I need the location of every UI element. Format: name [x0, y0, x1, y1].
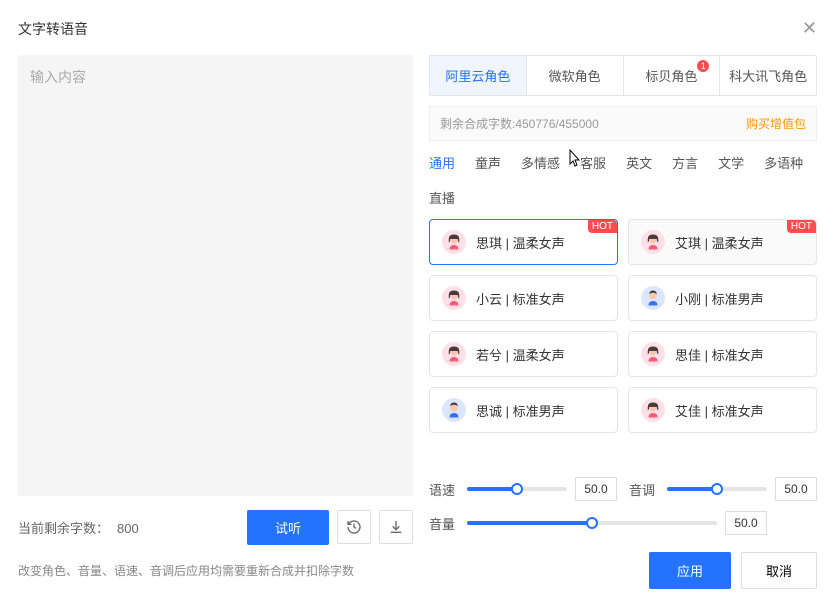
- preview-button[interactable]: 试听: [247, 510, 329, 545]
- history-button[interactable]: [337, 510, 371, 544]
- badge: 1: [697, 60, 709, 72]
- category-item[interactable]: 多情感: [521, 153, 560, 172]
- dialog-title: 文字转语音: [18, 19, 88, 39]
- voice-card[interactable]: 思琪 | 温柔女声 HOT: [429, 219, 618, 265]
- voice-grid: 思琪 | 温柔女声 HOT 艾琪 | 温柔女声 HOT 小云 | 标准女声 小刚 | 标准…: [429, 219, 817, 433]
- avatar-icon: [641, 398, 665, 422]
- voice-label: 若兮 | 温柔女声: [476, 345, 565, 364]
- category-item[interactable]: 英文: [626, 153, 652, 172]
- provider-tab[interactable]: 科大讯飞角色: [720, 56, 816, 95]
- voice-label: 艾琪 | 温柔女声: [675, 233, 764, 252]
- hot-badge: HOT: [588, 220, 617, 233]
- provider-tab[interactable]: 微软角色: [527, 56, 624, 95]
- voice-card[interactable]: 思诚 | 标准男声: [429, 387, 618, 433]
- quota-text: 剩余合成字数:450776/455000: [440, 115, 599, 132]
- category-tabs: 通用 童声 多情感 客服 英文 方言 文学 多语种直播: [429, 153, 817, 207]
- speed-slider[interactable]: [467, 487, 567, 491]
- provider-tab[interactable]: 阿里云角色: [430, 56, 527, 95]
- speed-label: 语速: [429, 480, 459, 499]
- volume-label: 音量: [429, 514, 459, 533]
- voice-label: 小云 | 标准女声: [476, 289, 565, 308]
- apply-button[interactable]: 应用: [649, 552, 731, 589]
- download-button[interactable]: [379, 510, 413, 544]
- volume-value[interactable]: 50.0: [725, 511, 767, 535]
- download-icon: [388, 519, 404, 535]
- category-item[interactable]: 童声: [475, 153, 501, 172]
- voice-card[interactable]: 小云 | 标准女声: [429, 275, 618, 321]
- voice-label: 小刚 | 标准男声: [675, 289, 764, 308]
- avatar-icon: [442, 398, 466, 422]
- category-item[interactable]: 多语种: [764, 153, 803, 172]
- category-item[interactable]: 方言: [672, 153, 698, 172]
- cancel-button[interactable]: 取消: [741, 552, 817, 589]
- voice-label: 艾佳 | 标准女声: [675, 401, 764, 420]
- provider-tabs: 阿里云角色微软角色标贝角色1科大讯飞角色: [429, 55, 817, 96]
- avatar-icon: [641, 342, 665, 366]
- pitch-slider[interactable]: [667, 487, 767, 491]
- buy-link[interactable]: 购买增值包: [746, 115, 806, 132]
- category-item[interactable]: 客服: [580, 153, 606, 172]
- voice-label: 思佳 | 标准女声: [675, 345, 764, 364]
- pitch-value[interactable]: 50.0: [775, 477, 817, 501]
- voice-label: 思诚 | 标准男声: [476, 401, 565, 420]
- avatar-icon: [641, 230, 665, 254]
- text-placeholder: 输入内容: [30, 67, 401, 87]
- voice-card[interactable]: 若兮 | 温柔女声: [429, 331, 618, 377]
- text-input[interactable]: 输入内容: [18, 55, 413, 496]
- category-item[interactable]: 文学: [718, 153, 744, 172]
- pitch-label: 音调: [629, 480, 659, 499]
- avatar-icon: [442, 286, 466, 310]
- history-icon: [346, 519, 362, 535]
- category-item[interactable]: 通用: [429, 153, 455, 172]
- speed-value[interactable]: 50.0: [575, 477, 617, 501]
- avatar-icon: [442, 342, 466, 366]
- voice-card[interactable]: 艾佳 | 标准女声: [628, 387, 817, 433]
- footer-note: 改变角色、音量、语速、音调后应用均需要重新合成并扣除字数: [18, 562, 354, 579]
- char-count: 当前剩余字数：800: [18, 518, 139, 537]
- voice-label: 思琪 | 温柔女声: [476, 233, 565, 252]
- voice-card[interactable]: 小刚 | 标准男声: [628, 275, 817, 321]
- avatar-icon: [442, 230, 466, 254]
- avatar-icon: [641, 286, 665, 310]
- voice-card[interactable]: 思佳 | 标准女声: [628, 331, 817, 377]
- close-button[interactable]: ✕: [802, 18, 817, 39]
- volume-slider[interactable]: [467, 521, 717, 525]
- category-item[interactable]: 直播: [429, 188, 455, 207]
- provider-tab[interactable]: 标贝角色1: [624, 56, 721, 95]
- hot-badge: HOT: [787, 220, 816, 233]
- voice-card[interactable]: 艾琪 | 温柔女声 HOT: [628, 219, 817, 265]
